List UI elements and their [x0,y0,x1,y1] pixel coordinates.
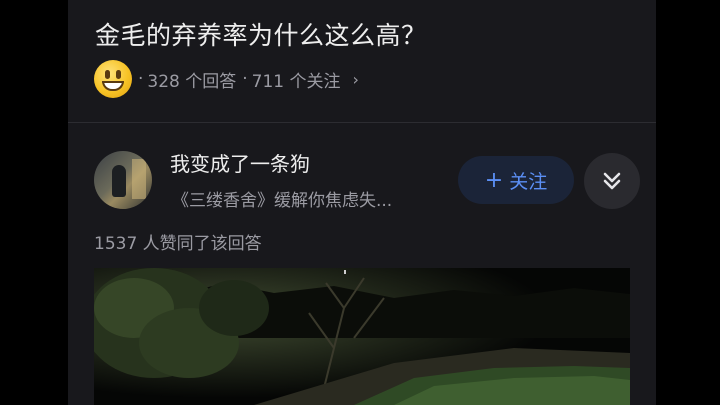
expand-button[interactable] [584,153,640,209]
author-bio: 《三缕香舍》缓解你焦虑失... [172,191,393,211]
grinning-face-emoji-icon [94,60,132,98]
section-divider [68,122,656,123]
answers-count: 328 个回答 [147,71,237,92]
double-chevron-down-icon [603,172,621,190]
app-screen: 金毛的弃养率为什么这么高？ · 328 个回答 · 711 个关注 › 我变成了… [68,0,656,405]
follow-label: 关注 [509,170,548,193]
author-avatar[interactable] [94,151,152,209]
night-garden-photo [94,268,630,405]
meta-separator: · [242,69,248,89]
vote-count-text: 1537 人赞同了该回答 [94,234,262,254]
question-meta[interactable]: · 328 个回答 · 711 个关注 › [94,60,359,98]
question-title[interactable]: 金毛的弃养率为什么这么高？ [95,16,427,52]
meta-separator: · [138,69,144,89]
follow-button[interactable]: + 关注 [458,156,574,204]
chevron-right-icon[interactable]: › [353,70,359,89]
answer-image[interactable] [94,268,630,405]
followers-count: 711 个关注 [251,71,341,92]
plus-icon: + [484,167,504,193]
author-name[interactable]: 我变成了一条狗 [170,148,310,177]
